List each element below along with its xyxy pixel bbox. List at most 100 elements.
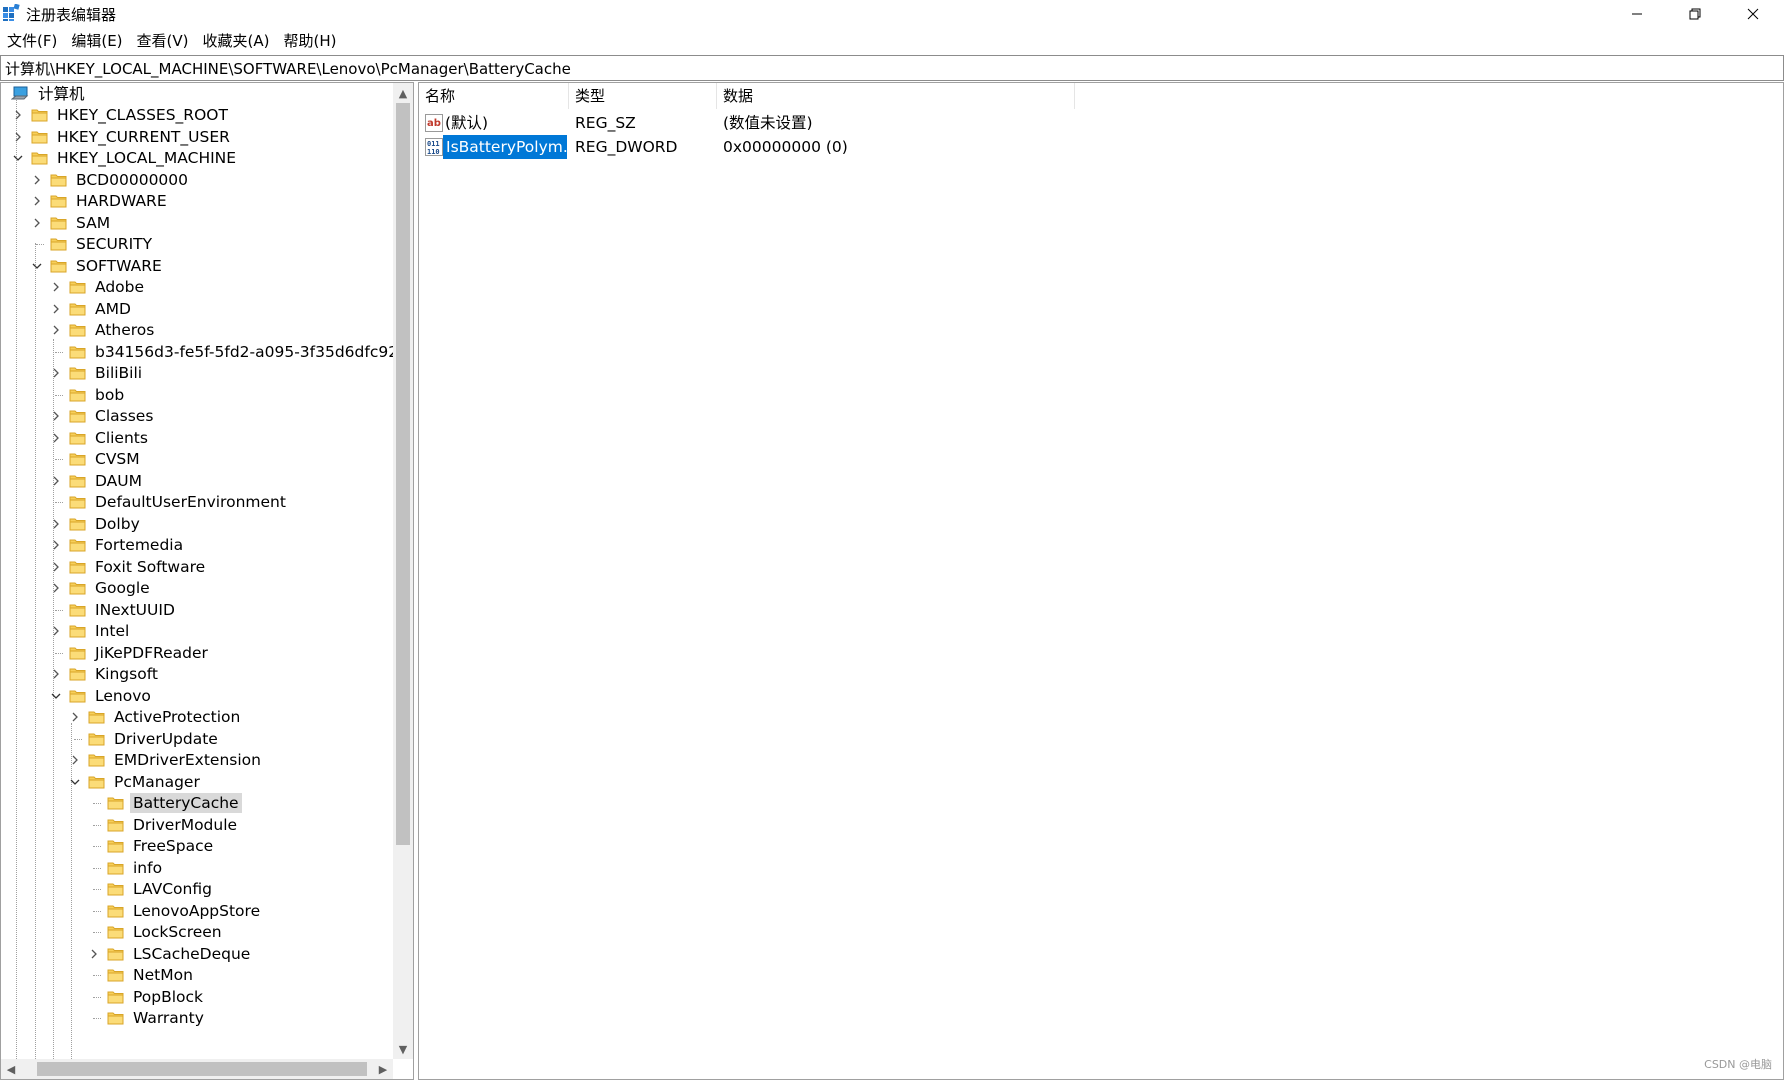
tree-node-label: HKEY_CLASSES_ROOT — [57, 106, 228, 124]
value-row-selected[interactable]: 011 110 IsBatteryPolym... REG_DWORD 0x00… — [419, 135, 1783, 159]
tree-node[interactable]: Classes — [49, 405, 156, 427]
expand-chevron-icon[interactable] — [49, 409, 63, 423]
tree-node[interactable]: BiliBili — [49, 362, 145, 384]
tree-node[interactable]: LenovoAppStore — [87, 900, 263, 922]
expand-chevron-icon[interactable] — [49, 581, 63, 595]
value-row[interactable]: ab (默认) REG_SZ (数值未设置) — [419, 111, 1783, 135]
tree-node[interactable]: NetMon — [87, 964, 196, 986]
scroll-up-arrow-icon[interactable]: ▲ — [393, 83, 413, 103]
tree-node[interactable]: Clients — [49, 427, 151, 449]
tree-node[interactable]: Warranty — [87, 1007, 207, 1029]
menu-file[interactable]: 文件(F) — [0, 30, 64, 52]
registry-tree-pane[interactable]: 计算机 HKEY_CLASSES_ROOT HKEY_CURRENT_USER HK… — [0, 82, 414, 1080]
expand-chevron-icon[interactable] — [49, 667, 63, 681]
tree-root-computer[interactable]: 计算机 — [11, 83, 88, 105]
tree-node[interactable]: Dolby — [49, 513, 143, 535]
expand-chevron-icon[interactable] — [30, 194, 44, 208]
tree-node[interactable]: HARDWARE — [30, 190, 170, 212]
tree-node[interactable]: Lenovo — [49, 685, 154, 707]
address-bar[interactable]: 计算机\HKEY_LOCAL_MACHINE\SOFTWARE\Lenovo\P… — [0, 55, 1784, 81]
tree-node[interactable]: Atheros — [49, 319, 157, 341]
menu-help[interactable]: 帮助(H) — [276, 30, 343, 52]
tree-node[interactable]: Intel — [49, 620, 132, 642]
expand-chevron-icon[interactable] — [87, 947, 101, 961]
tree-node[interactable]: BatteryCache — [87, 792, 242, 814]
collapse-chevron-icon[interactable] — [68, 775, 82, 789]
tree-node[interactable]: PopBlock — [87, 986, 206, 1008]
tree-node[interactable]: SAM — [30, 212, 113, 234]
column-header-type[interactable]: 类型 — [569, 83, 717, 109]
tree-node[interactable]: HKEY_CURRENT_USER — [11, 126, 233, 148]
tree-node[interactable]: b34156d3-fe5f-5fd2-a095-3f35d6dfc923 — [49, 341, 411, 363]
tree-node[interactable]: SOFTWARE — [30, 255, 165, 277]
expand-chevron-icon[interactable] — [30, 173, 44, 187]
expand-chevron-icon[interactable] — [49, 302, 63, 316]
value-name[interactable]: IsBatteryPolym... — [443, 135, 578, 159]
close-button[interactable] — [1724, 0, 1782, 28]
expand-chevron-icon[interactable] — [68, 710, 82, 724]
minimize-button[interactable] — [1608, 0, 1666, 28]
tree-node[interactable]: CVSM — [49, 448, 143, 470]
tree-node[interactable]: ActiveProtection — [68, 706, 243, 728]
scroll-right-arrow-icon[interactable]: ▶ — [373, 1059, 393, 1079]
tree-node[interactable]: DAUM — [49, 470, 145, 492]
expand-chevron-icon[interactable] — [49, 624, 63, 638]
expand-chevron-icon[interactable] — [49, 517, 63, 531]
expand-chevron-icon[interactable] — [11, 130, 25, 144]
expand-chevron-icon[interactable] — [49, 280, 63, 294]
tree-node[interactable]: info — [87, 857, 165, 879]
expand-chevron-icon[interactable] — [49, 538, 63, 552]
expand-chevron-icon[interactable] — [49, 366, 63, 380]
registry-values-pane[interactable]: 名称 类型 数据 ab (默认) REG_SZ (数值未设置) 011 110 … — [418, 82, 1784, 1080]
column-header-data[interactable]: 数据 — [717, 83, 1075, 109]
tree-horizontal-scrollbar[interactable]: ◀ ▶ — [1, 1059, 393, 1079]
tree-node[interactable]: Fortemedia — [49, 534, 186, 556]
tree-node[interactable]: EMDriverExtension — [68, 749, 264, 771]
tree-node[interactable]: BCD00000000 — [30, 169, 191, 191]
expand-chevron-icon[interactable] — [49, 323, 63, 337]
tree-node[interactable]: JiKePDFReader — [49, 642, 211, 664]
tree-node[interactable]: DefaultUserEnvironment — [49, 491, 289, 513]
tree-node[interactable]: Foxit Software — [49, 556, 208, 578]
tree-node[interactable]: Kingsoft — [49, 663, 161, 685]
tree-vertical-scrollbar[interactable]: ▲ ▼ — [393, 83, 413, 1059]
collapse-chevron-icon[interactable] — [49, 689, 63, 703]
menu-edit[interactable]: 编辑(E) — [64, 30, 129, 52]
menu-view[interactable]: 查看(V) — [130, 30, 196, 52]
tree-node[interactable]: DriverUpdate — [68, 728, 221, 750]
expand-chevron-icon[interactable] — [49, 474, 63, 488]
tree-node[interactable]: HKEY_LOCAL_MACHINE — [11, 147, 239, 169]
tree-node[interactable]: INextUUID — [49, 599, 178, 621]
column-header-name[interactable]: 名称 — [419, 83, 569, 109]
tree-node[interactable]: HKEY_CLASSES_ROOT — [11, 104, 231, 126]
expand-chevron-icon[interactable] — [30, 216, 44, 230]
expand-chevron-icon[interactable] — [68, 753, 82, 767]
menu-favorites[interactable]: 收藏夹(A) — [196, 30, 277, 52]
collapse-chevron-icon[interactable] — [11, 151, 25, 165]
tree-node[interactable]: Google — [49, 577, 153, 599]
scroll-down-arrow-icon[interactable]: ▼ — [393, 1039, 413, 1059]
tree-node[interactable]: AMD — [49, 298, 134, 320]
tree-node[interactable]: PcManager — [68, 771, 203, 793]
expand-chevron-icon[interactable] — [49, 431, 63, 445]
tree-node[interactable]: Adobe — [49, 276, 147, 298]
address-path[interactable]: 计算机\HKEY_LOCAL_MACHINE\SOFTWARE\Lenovo\P… — [5, 58, 571, 79]
tree-node[interactable]: DriverModule — [87, 814, 240, 836]
tree-node[interactable]: SECURITY — [30, 233, 155, 255]
tree-node[interactable]: LSCacheDeque — [87, 943, 253, 965]
tree-node[interactable]: LAVConfig — [87, 878, 215, 900]
tree-horizontal-scroll-thumb[interactable] — [37, 1062, 367, 1076]
tree-node[interactable]: FreeSpace — [87, 835, 216, 857]
expand-chevron-icon[interactable] — [11, 108, 25, 122]
expand-chevron-icon[interactable] — [49, 560, 63, 574]
tree-node-label: EMDriverExtension — [114, 751, 261, 769]
collapse-chevron-icon[interactable] — [30, 259, 44, 273]
scroll-left-arrow-icon[interactable]: ◀ — [1, 1059, 21, 1079]
tree-node[interactable]: LockScreen — [87, 921, 225, 943]
tree-vertical-scroll-thumb[interactable] — [396, 103, 410, 845]
restore-button[interactable] — [1666, 0, 1724, 28]
tree-node[interactable]: bob — [49, 384, 127, 406]
